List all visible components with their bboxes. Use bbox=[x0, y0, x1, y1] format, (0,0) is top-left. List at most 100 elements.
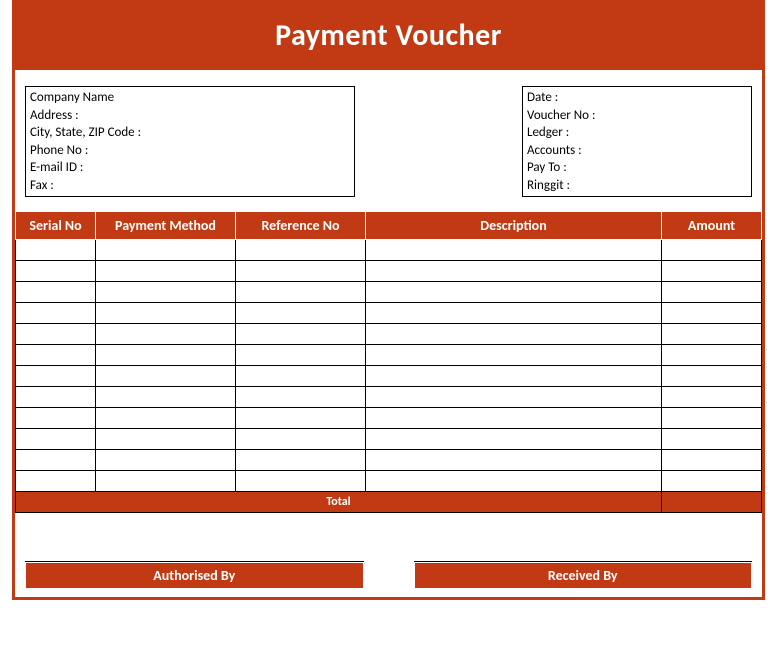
cell-method[interactable] bbox=[96, 387, 236, 408]
cell-amount[interactable] bbox=[662, 324, 762, 345]
voucher-meta-box: Date : Voucher No : Ledger : Accounts : … bbox=[522, 86, 752, 197]
cell-amount[interactable] bbox=[662, 387, 762, 408]
cell-serial[interactable] bbox=[16, 429, 96, 450]
cell-method[interactable] bbox=[96, 471, 236, 492]
cell-serial[interactable] bbox=[16, 261, 96, 282]
cell-method[interactable] bbox=[96, 261, 236, 282]
cell-serial[interactable] bbox=[16, 282, 96, 303]
cell-amount[interactable] bbox=[662, 240, 762, 261]
cell-amount[interactable] bbox=[662, 471, 762, 492]
cell-amount[interactable] bbox=[662, 429, 762, 450]
field-pay-to[interactable]: Pay To : bbox=[527, 159, 745, 177]
table-row bbox=[16, 387, 762, 408]
cell-ref[interactable] bbox=[236, 261, 366, 282]
cell-serial[interactable] bbox=[16, 240, 96, 261]
authorised-by-box: Authorised By bbox=[25, 561, 364, 589]
received-by-box: Received By bbox=[414, 561, 753, 589]
cell-desc[interactable] bbox=[366, 387, 662, 408]
cell-ref[interactable] bbox=[236, 450, 366, 471]
cell-amount[interactable] bbox=[662, 366, 762, 387]
cell-ref[interactable] bbox=[236, 366, 366, 387]
payment-voucher: Payment Voucher Company Name Address : C… bbox=[12, 0, 765, 600]
cell-method[interactable] bbox=[96, 240, 236, 261]
cell-ref[interactable] bbox=[236, 240, 366, 261]
col-ref: Reference No bbox=[236, 212, 366, 240]
cell-desc[interactable] bbox=[366, 408, 662, 429]
field-ringgit[interactable]: Ringgit : bbox=[527, 177, 745, 195]
line-items-table: Serial No Payment Method Reference No De… bbox=[15, 211, 762, 513]
cell-serial[interactable] bbox=[16, 387, 96, 408]
col-desc: Description bbox=[366, 212, 662, 240]
cell-serial[interactable] bbox=[16, 471, 96, 492]
cell-desc[interactable] bbox=[366, 471, 662, 492]
cell-method[interactable] bbox=[96, 366, 236, 387]
table-row bbox=[16, 240, 762, 261]
table-row bbox=[16, 324, 762, 345]
cell-serial[interactable] bbox=[16, 450, 96, 471]
table-header-row: Serial No Payment Method Reference No De… bbox=[16, 212, 762, 240]
cell-desc[interactable] bbox=[366, 261, 662, 282]
cell-method[interactable] bbox=[96, 408, 236, 429]
cell-amount[interactable] bbox=[662, 303, 762, 324]
page-title: Payment Voucher bbox=[15, 3, 762, 70]
cell-ref[interactable] bbox=[236, 345, 366, 366]
authorised-label: Authorised By bbox=[25, 562, 364, 589]
field-fax[interactable]: Fax : bbox=[30, 177, 348, 195]
cell-desc[interactable] bbox=[366, 282, 662, 303]
field-phone[interactable]: Phone No : bbox=[30, 142, 348, 160]
cell-method[interactable] bbox=[96, 345, 236, 366]
cell-amount[interactable] bbox=[662, 282, 762, 303]
table-row bbox=[16, 345, 762, 366]
cell-serial[interactable] bbox=[16, 324, 96, 345]
cell-method[interactable] bbox=[96, 282, 236, 303]
cell-desc[interactable] bbox=[366, 303, 662, 324]
cell-serial[interactable] bbox=[16, 345, 96, 366]
field-voucher-no[interactable]: Voucher No : bbox=[527, 107, 745, 125]
cell-method[interactable] bbox=[96, 324, 236, 345]
table-row bbox=[16, 408, 762, 429]
total-label: Total bbox=[16, 492, 662, 513]
field-date[interactable]: Date : bbox=[527, 89, 745, 107]
cell-ref[interactable] bbox=[236, 408, 366, 429]
info-section: Company Name Address : City, State, ZIP … bbox=[15, 70, 762, 211]
field-accounts[interactable]: Accounts : bbox=[527, 142, 745, 160]
cell-desc[interactable] bbox=[366, 450, 662, 471]
col-method: Payment Method bbox=[96, 212, 236, 240]
cell-serial[interactable] bbox=[16, 408, 96, 429]
field-ledger[interactable]: Ledger : bbox=[527, 124, 745, 142]
cell-desc[interactable] bbox=[366, 345, 662, 366]
col-serial: Serial No bbox=[16, 212, 96, 240]
field-address[interactable]: Address : bbox=[30, 107, 348, 125]
field-city-state-zip[interactable]: City, State, ZIP Code : bbox=[30, 124, 348, 142]
cell-amount[interactable] bbox=[662, 261, 762, 282]
cell-ref[interactable] bbox=[236, 282, 366, 303]
cell-amount[interactable] bbox=[662, 345, 762, 366]
field-company[interactable]: Company Name bbox=[30, 89, 348, 107]
cell-desc[interactable] bbox=[366, 240, 662, 261]
cell-method[interactable] bbox=[96, 429, 236, 450]
signature-section: Authorised By Received By bbox=[15, 513, 762, 597]
cell-ref[interactable] bbox=[236, 387, 366, 408]
cell-method[interactable] bbox=[96, 450, 236, 471]
table-row bbox=[16, 429, 762, 450]
cell-desc[interactable] bbox=[366, 324, 662, 345]
cell-serial[interactable] bbox=[16, 303, 96, 324]
cell-amount[interactable] bbox=[662, 408, 762, 429]
field-email[interactable]: E-mail ID : bbox=[30, 159, 348, 177]
received-label: Received By bbox=[414, 562, 753, 589]
table-row bbox=[16, 450, 762, 471]
cell-ref[interactable] bbox=[236, 429, 366, 450]
cell-serial[interactable] bbox=[16, 366, 96, 387]
cell-ref[interactable] bbox=[236, 471, 366, 492]
cell-ref[interactable] bbox=[236, 303, 366, 324]
cell-method[interactable] bbox=[96, 303, 236, 324]
cell-desc[interactable] bbox=[366, 366, 662, 387]
table-row bbox=[16, 471, 762, 492]
cell-desc[interactable] bbox=[366, 429, 662, 450]
company-info-box: Company Name Address : City, State, ZIP … bbox=[25, 86, 355, 197]
cell-ref[interactable] bbox=[236, 324, 366, 345]
col-amount: Amount bbox=[662, 212, 762, 240]
total-value[interactable] bbox=[662, 492, 762, 513]
cell-amount[interactable] bbox=[662, 450, 762, 471]
table-row bbox=[16, 366, 762, 387]
